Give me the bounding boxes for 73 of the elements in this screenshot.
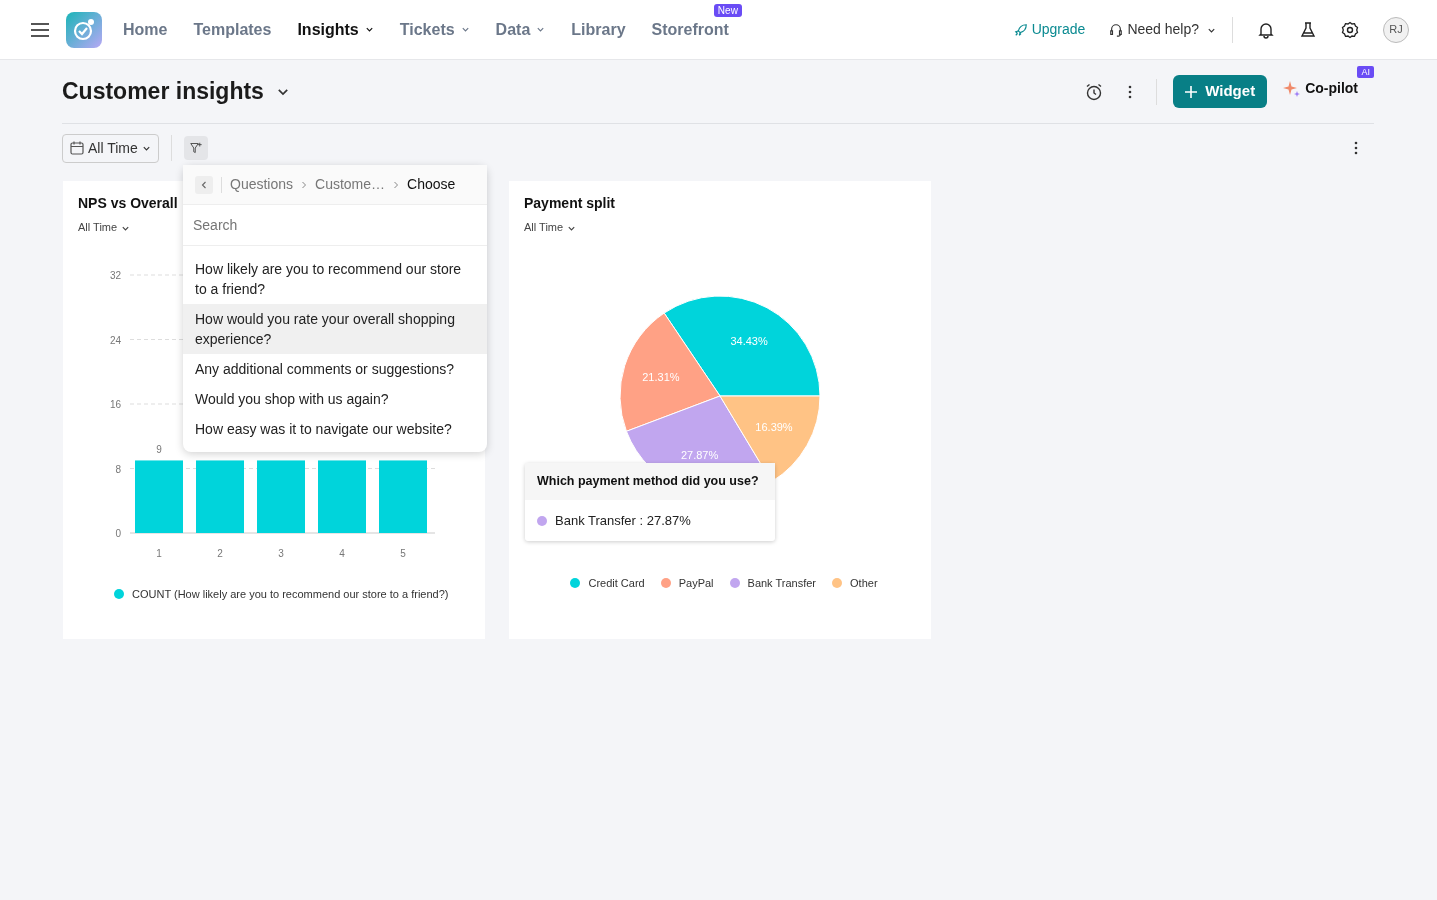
more-icon[interactable]: [1354, 141, 1358, 155]
legend-label: Other: [850, 576, 878, 591]
tooltip-text: Bank Transfer : 27.87%: [555, 511, 691, 530]
date-filter-button[interactable]: All Time: [62, 133, 159, 163]
ai-badge: AI: [1357, 66, 1374, 79]
plus-icon: [1185, 85, 1198, 98]
legend-label: COUNT (How likely are you to recommend our store to a friend?): [132, 587, 449, 602]
nav-link[interactable]: Insights: [284, 17, 387, 42]
chevron-icon: [141, 144, 151, 154]
legend-dot: [114, 589, 124, 600]
new-badge: New: [713, 3, 742, 17]
axis-tick-label: 3: [278, 548, 284, 559]
nav-link[interactable]: Templates: [180, 17, 285, 42]
calendar-icon: [70, 141, 84, 155]
legend-label: Credit Card: [588, 576, 645, 591]
axis-tick-label: 24: [109, 334, 121, 346]
value-label: 21.31%: [642, 371, 680, 384]
settings-icon[interactable]: [1341, 20, 1359, 39]
help-menu[interactable]: Need help?: [1109, 19, 1216, 40]
search-field[interactable]: Search: [183, 205, 487, 246]
nav-link[interactable]: Library: [558, 17, 639, 42]
chevron-icon: [393, 180, 400, 189]
legend-dot: [570, 578, 581, 589]
breadcrumb-item[interactable]: Custome…: [315, 174, 386, 195]
value-label: 27.87%: [680, 448, 719, 461]
menu-icon[interactable]: [30, 21, 50, 38]
chevron-icon: [301, 180, 308, 189]
more-icon[interactable]: [1128, 84, 1133, 99]
nav-link[interactable]: Storefront: [638, 17, 742, 42]
legend-dot: [729, 578, 740, 589]
add-widget-button[interactable]: Widget: [1173, 75, 1268, 108]
period-dropdown[interactable]: All Time: [78, 219, 131, 236]
widget-title: Payment split: [524, 194, 617, 213]
axis-tick-label: 2: [217, 548, 223, 559]
breadcrumb-item: Choose: [407, 175, 456, 194]
nav-link[interactable]: Data: [482, 17, 559, 42]
question-option[interactable]: How likely are you to recommend our store to a friend?: [183, 254, 487, 304]
back-button[interactable]: [195, 175, 213, 194]
legend-dot: [660, 578, 671, 589]
axis-tick-label: 16: [109, 399, 121, 410]
legend-dot: [832, 578, 843, 589]
nav-link[interactable]: Home: [110, 17, 181, 42]
legend-label: PayPal: [678, 576, 714, 591]
value-label: 34.43%: [730, 335, 768, 348]
widget-title: NPS vs Overall: [78, 194, 179, 213]
question-option[interactable]: How would you rate your overall shopping experience?: [183, 304, 487, 354]
question-option[interactable]: How easy was it to navigate our website?: [183, 414, 487, 444]
headset-icon: [1109, 22, 1124, 37]
bell-icon[interactable]: [1257, 20, 1275, 39]
axis-tick-label: 4: [339, 548, 345, 559]
axis-tick-label: 0: [115, 528, 121, 539]
value-label: 16.39%: [755, 420, 793, 433]
page-title: Customer insights: [62, 77, 264, 106]
question-option[interactable]: Any additional comments or suggestions?: [183, 354, 487, 384]
user-avatar[interactable]: RJ: [1383, 16, 1409, 43]
upgrade-link[interactable]: Upgrade: [1013, 19, 1086, 40]
value-label: 9: [156, 444, 162, 456]
breadcrumb-item[interactable]: Questions: [230, 174, 294, 195]
rocket-icon: [1013, 22, 1028, 37]
axis-tick-label: 8: [115, 463, 121, 475]
axis-tick-label: 1: [156, 548, 162, 559]
chevron-icon: [201, 181, 207, 190]
add-filter-button[interactable]: [183, 136, 208, 160]
period-dropdown[interactable]: All Time: [524, 219, 577, 236]
axis-tick-label: 32: [109, 270, 121, 281]
filter-plus-icon: [189, 140, 202, 156]
copilot-button[interactable]: Co-pilot: [1283, 78, 1358, 100]
legend-label: Bank Transfer: [747, 576, 817, 591]
axis-tick-label: 5: [400, 548, 406, 559]
tooltip-title: Which payment method did you use?: [525, 463, 775, 500]
flask-icon[interactable]: [1299, 20, 1317, 39]
question-option[interactable]: Would you shop with us again?: [183, 384, 487, 414]
nav-link[interactable]: Tickets: [386, 17, 483, 42]
